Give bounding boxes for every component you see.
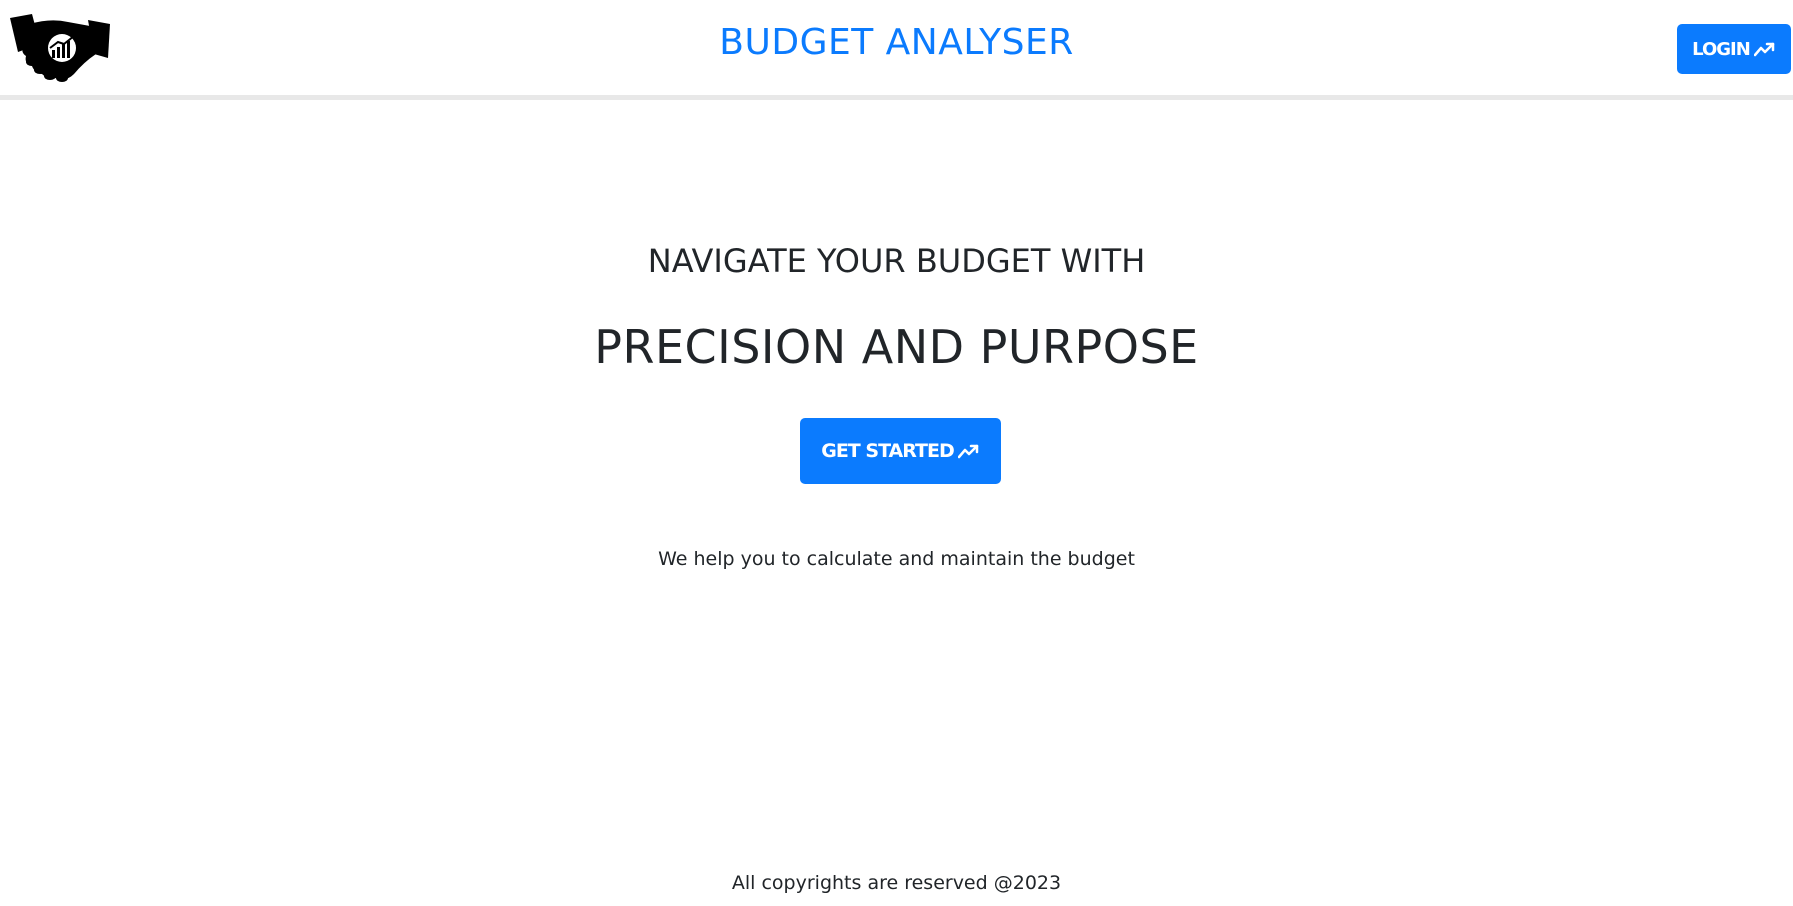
login-button[interactable]: LOGIN [1677, 24, 1791, 74]
top-navbar: BUDGET ANALYSER LOGIN [0, 0, 1793, 100]
hero-headline: PRECISION AND PURPOSE [594, 320, 1199, 374]
get-started-label: GET STARTED [821, 440, 955, 462]
trending-up-icon [957, 444, 978, 459]
trending-up-icon [1753, 42, 1775, 57]
get-started-button[interactable]: GET STARTED [800, 418, 1001, 484]
hero-tagline: NAVIGATE YOUR BUDGET WITH [647, 242, 1146, 280]
handshake-logo-icon[interactable] [10, 14, 112, 82]
login-button-label: LOGIN [1692, 38, 1751, 60]
hero-description: We help you to calculate and maintain th… [658, 548, 1135, 570]
copyright-text: All copyrights are reserved @2023 [731, 872, 1062, 894]
app-title: BUDGET ANALYSER [719, 22, 1074, 63]
